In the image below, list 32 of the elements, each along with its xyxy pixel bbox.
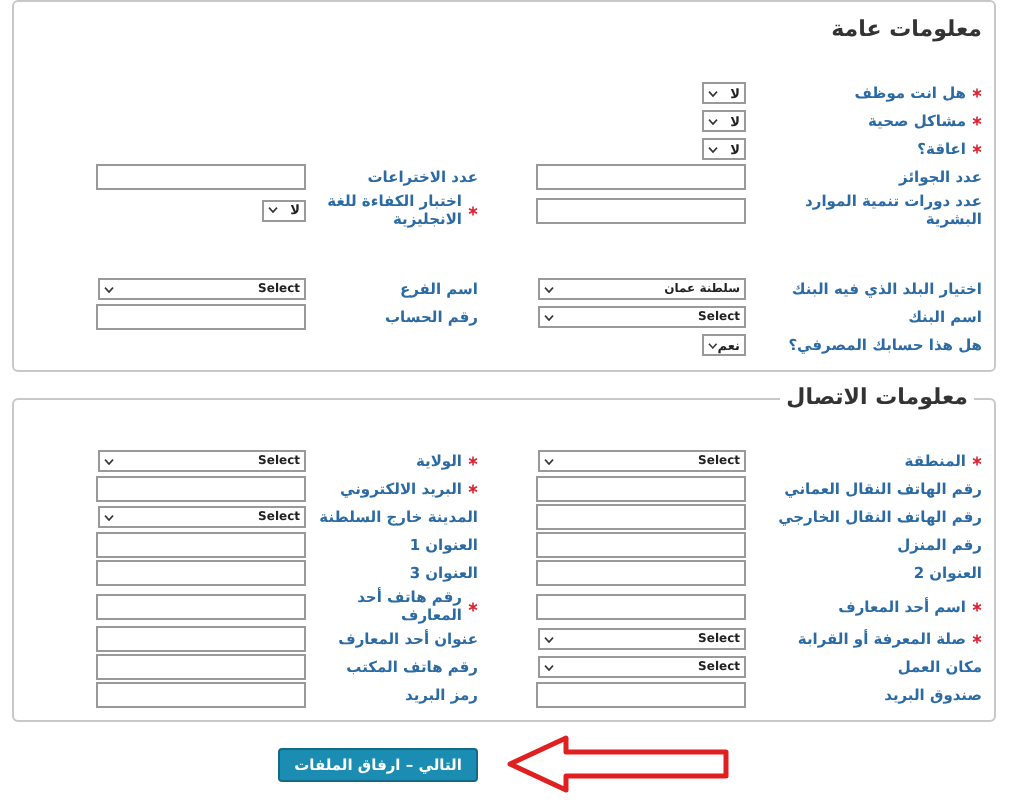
section-title: معلومات الاتصال — [780, 384, 974, 410]
section-title: معلومات عامة — [831, 16, 982, 42]
input-field[interactable] — [96, 682, 306, 708]
input-field[interactable] — [96, 654, 306, 680]
caret-icon — [544, 457, 554, 465]
caret-icon — [544, 663, 554, 671]
input-field[interactable] — [96, 304, 306, 330]
input-field[interactable] — [96, 476, 306, 502]
caret-icon — [104, 457, 114, 465]
caret-icon — [708, 341, 718, 349]
input-field[interactable] — [96, 593, 306, 619]
input-field[interactable] — [536, 532, 746, 558]
input-field[interactable] — [536, 682, 746, 708]
input-field[interactable] — [96, 560, 306, 586]
input-field[interactable] — [96, 532, 306, 558]
caret-icon — [544, 635, 554, 643]
caret-icon — [268, 206, 278, 214]
caret-icon — [708, 117, 718, 125]
input-field[interactable] — [96, 626, 306, 652]
caret-icon — [708, 145, 718, 153]
input-field[interactable] — [536, 164, 746, 190]
caret-icon — [104, 285, 114, 293]
input-field[interactable] — [536, 476, 746, 502]
input-field[interactable] — [96, 164, 306, 190]
input-field[interactable] — [536, 504, 746, 530]
caret-icon — [544, 313, 554, 321]
input-field[interactable] — [536, 197, 746, 223]
input-field[interactable] — [536, 560, 746, 586]
caret-icon — [708, 89, 718, 97]
input-field[interactable] — [536, 593, 746, 619]
caret-icon — [544, 285, 554, 293]
caret-icon — [104, 513, 114, 521]
